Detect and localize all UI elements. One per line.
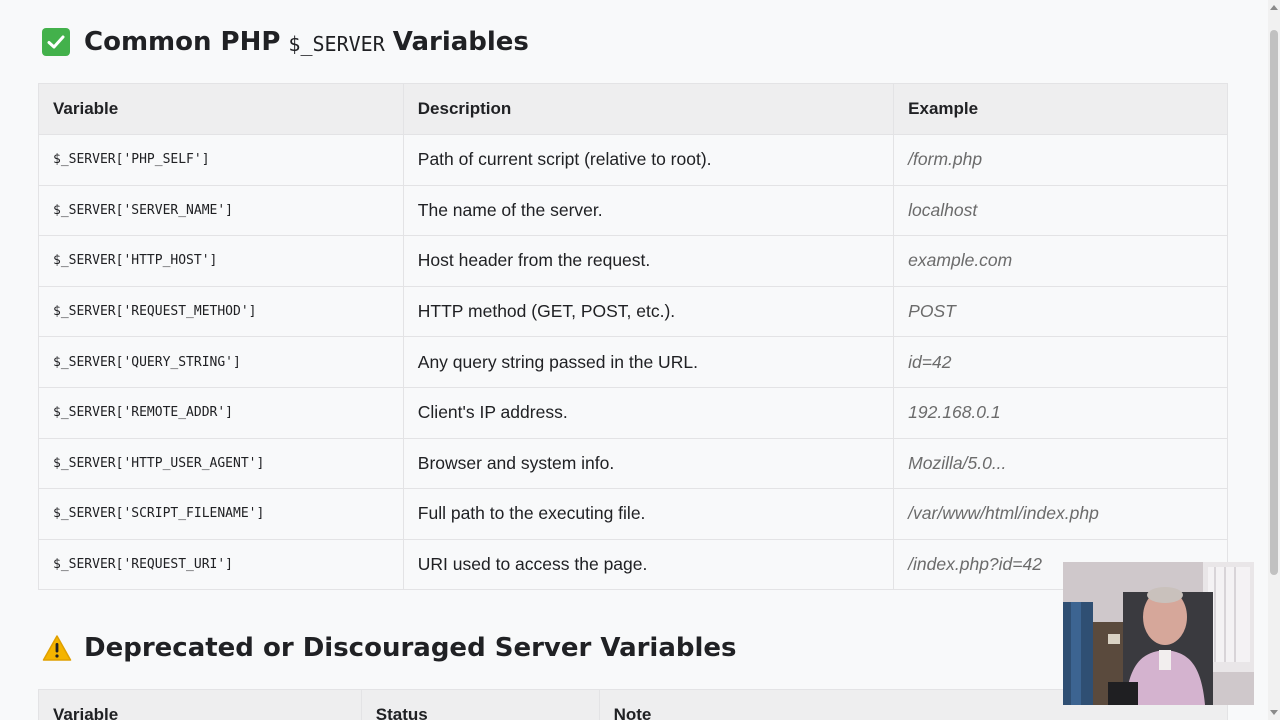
warning-icon [42,634,72,662]
example-cell: Mozilla/5.0... [893,438,1228,490]
table-row: $_SERVER['HTTP_USER_AGENT'] Browser and … [38,438,1228,490]
scroll-up-arrow-icon[interactable] [1270,5,1278,10]
variable-cell: $_SERVER['REQUEST_URI'] [38,539,404,591]
table-row: $_SERVER['HTTP_HOST'] Host header from t… [38,235,1228,287]
description-cell: Path of current script (relative to root… [402,134,895,186]
table-header-row: Variable Status Note [38,689,1229,720]
table-row: $_SERVER['SCRIPT_FILENAME'] Full path to… [38,488,1228,540]
variable-cell: $_SERVER['SCRIPT_FILENAME'] [38,488,404,540]
deprecated-variables-table: Variable Status Note [38,689,1229,720]
description-cell: The name of the server. [402,185,895,237]
heading-suffix: Variables [392,27,529,57]
column-header-variable: Variable [38,689,362,720]
example-cell: id=42 [893,336,1228,388]
variable-cell: $_SERVER['HTTP_HOST'] [38,235,404,287]
page: Common PHP $_SERVER Variables Variable D… [0,0,1268,720]
description-cell: URI used to access the page. [402,539,895,591]
example-cell: POST [893,286,1228,338]
variable-cell: $_SERVER['HTTP_USER_AGENT'] [38,438,404,490]
description-cell: Browser and system info. [402,438,895,490]
section-heading-deprecated: Deprecated or Discouraged Server Variabl… [42,633,737,663]
scrollbar-thumb[interactable] [1270,30,1278,575]
example-cell: 192.168.0.1 [893,387,1228,439]
variable-cell: $_SERVER['PHP_SELF'] [38,134,404,186]
table-row: $_SERVER['REMOTE_ADDR'] Client's IP addr… [38,387,1228,439]
server-variables-table: Variable Description Example $_SERVER['P… [38,83,1228,591]
example-cell: /form.php [893,134,1228,186]
heading-code: $_SERVER [288,32,385,56]
description-cell: Host header from the request. [402,235,895,287]
variable-cell: $_SERVER['QUERY_STRING'] [38,336,404,388]
variable-cell: $_SERVER['REQUEST_METHOD'] [38,286,404,338]
scroll-down-arrow-icon[interactable] [1270,710,1278,715]
column-header-description: Description [402,83,895,135]
table-row: $_SERVER['QUERY_STRING'] Any query strin… [38,336,1228,388]
description-cell: HTTP method (GET, POST, etc.). [402,286,895,338]
table-row: $_SERVER['REQUEST_URI'] URI used to acce… [38,539,1228,591]
column-header-example: Example [893,83,1228,135]
example-cell: localhost [893,185,1228,237]
description-cell: Client's IP address. [402,387,895,439]
vertical-scrollbar[interactable] [1268,0,1280,720]
description-cell: Any query string passed in the URL. [402,336,895,388]
webcam-overlay [1063,562,1254,705]
section-heading-common: Common PHP $_SERVER Variables [42,27,529,57]
example-cell: /var/www/html/index.php [893,488,1228,540]
table-row: $_SERVER['SERVER_NAME'] The name of the … [38,185,1228,237]
example-cell: example.com [893,235,1228,287]
variable-cell: $_SERVER['REMOTE_ADDR'] [38,387,404,439]
table-header-row: Variable Description Example [38,83,1228,135]
heading-prefix: Common PHP [84,27,281,57]
column-header-variable: Variable [38,83,404,135]
table-row: $_SERVER['REQUEST_METHOD'] HTTP method (… [38,286,1228,338]
column-header-status: Status [360,689,600,720]
heading-title: Deprecated or Discouraged Server Variabl… [84,633,737,663]
variable-cell: $_SERVER['SERVER_NAME'] [38,185,404,237]
check-mark-icon [42,28,70,56]
table-row: $_SERVER['PHP_SELF'] Path of current scr… [38,134,1228,186]
description-cell: Full path to the executing file. [402,488,895,540]
